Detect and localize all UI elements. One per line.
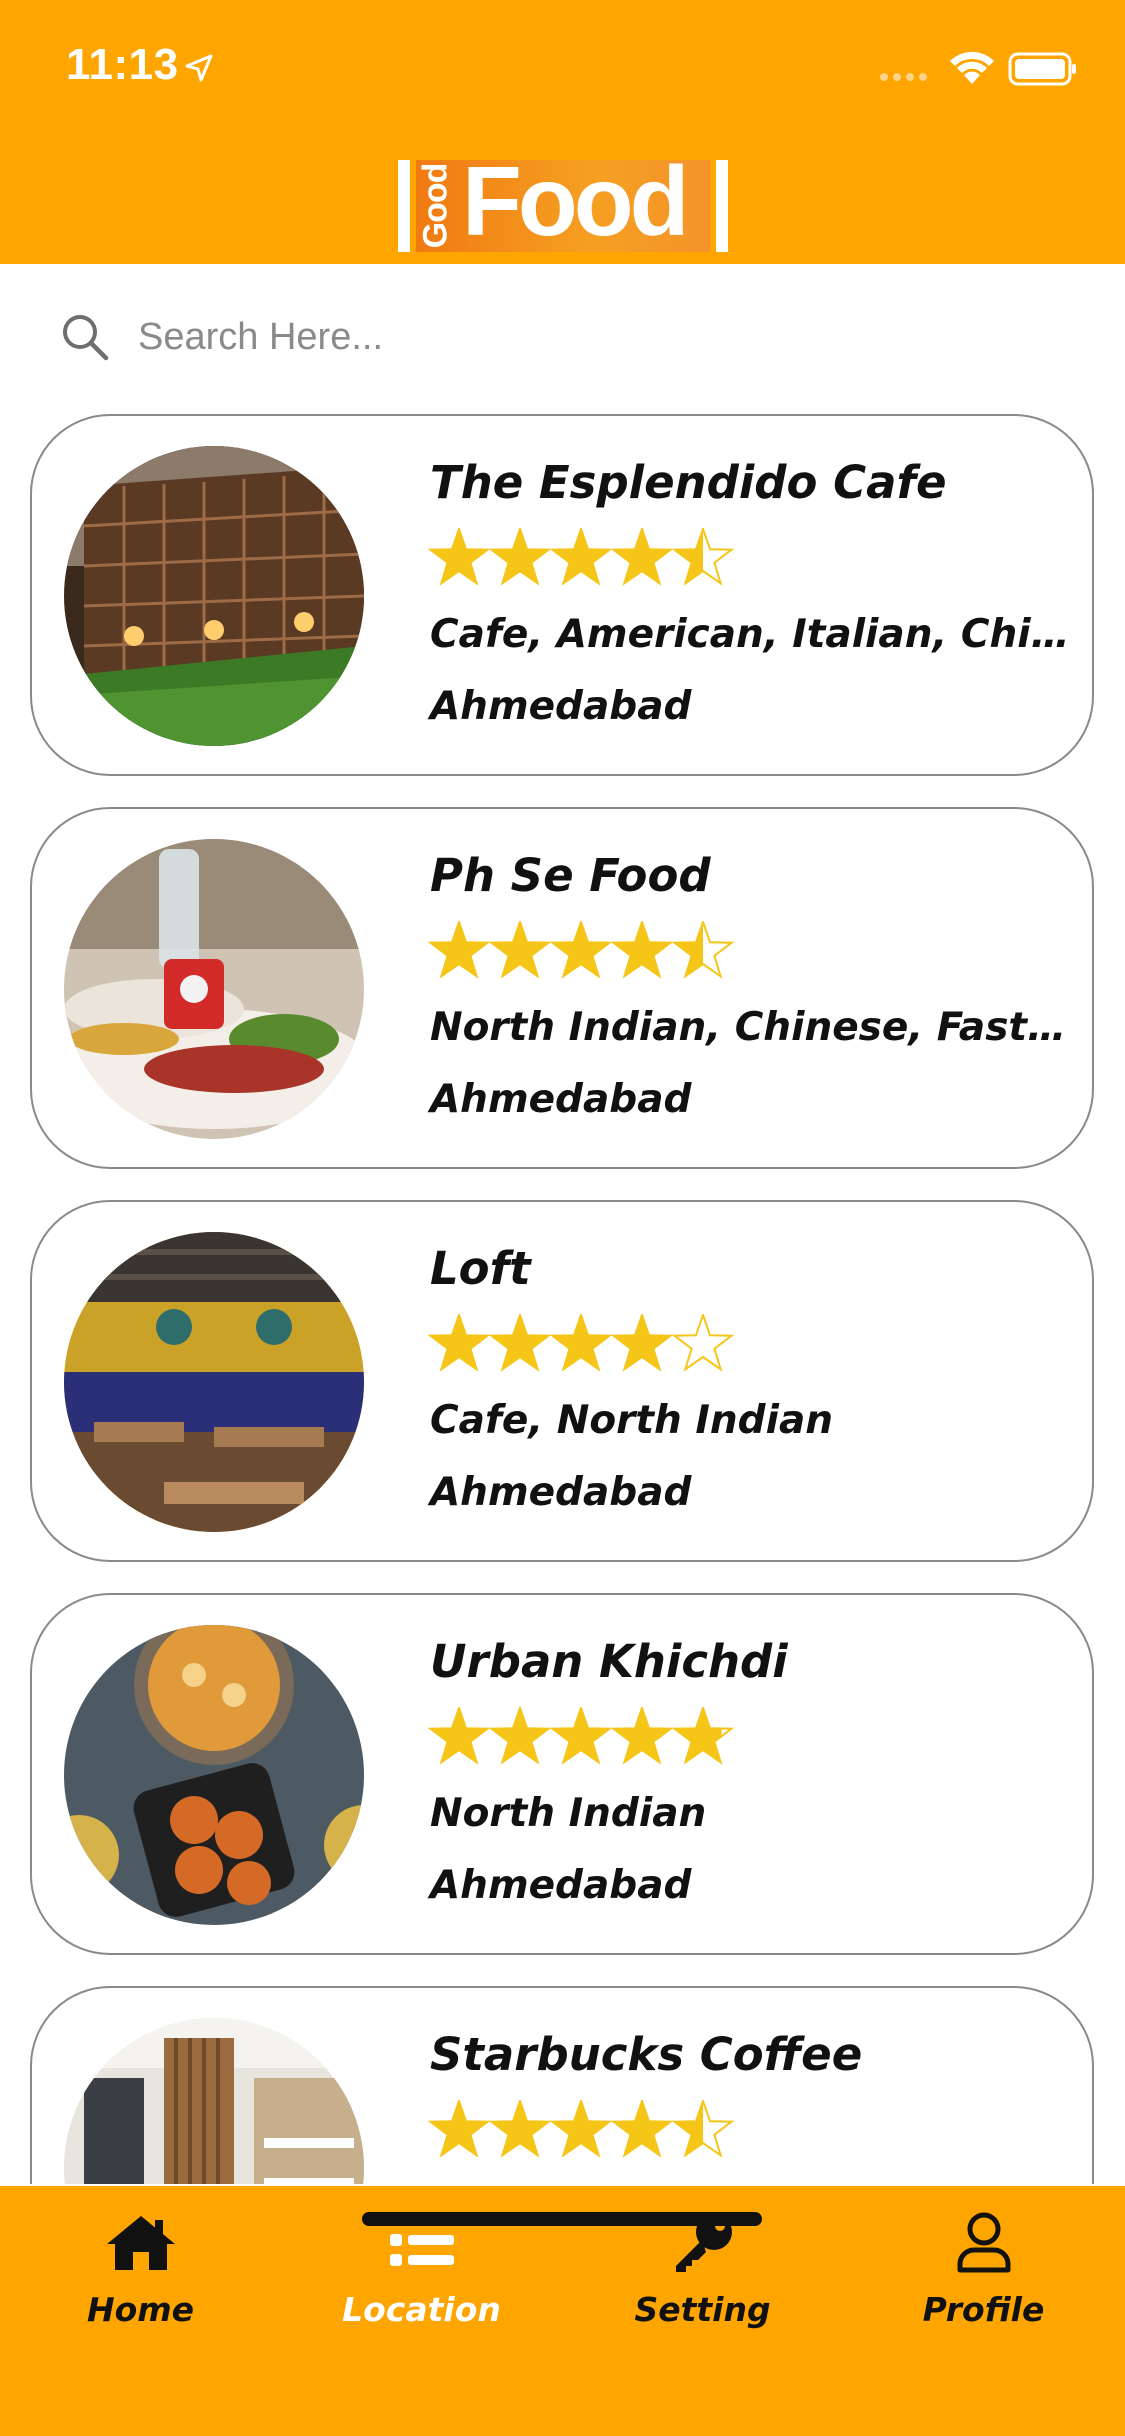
battery-icon [1008,52,1076,86]
user-icon [957,2212,1010,2273]
restaurant-name: The Esplendido Cafe [430,456,947,509]
location-arrow-icon [185,54,213,82]
garden-cafe-photo [64,446,364,746]
home-indicator [362,2212,762,2226]
restaurant-card[interactable]: The Esplendido Cafe Cafe, American, Ital… [30,414,1094,776]
tab-location-label: Location [342,2290,501,2329]
khichdi-dishes-photo [64,1625,364,1925]
tab-home-label: Home [86,2290,195,2329]
restaurant-card[interactable]: Urban Khichdi North Indian Ahmedabad [30,1593,1094,1955]
restaurant-city: Ahmedabad [430,684,692,729]
restaurant-city: Ahmedabad [430,1077,692,1122]
signal-icon [880,73,927,81]
wifi-icon [950,51,994,84]
status-bar: 11:13 [0,0,1125,132]
restaurant-interior-photo [64,1232,364,1532]
search-icon [63,315,109,361]
restaurant-name: Urban Khichdi [430,1635,788,1688]
restaurant-card[interactable]: Ph Se Food North Indian, Chinese, Fast F… [30,807,1094,1169]
restaurant-card[interactable]: Starbucks Coffee [30,1986,1094,2184]
search-input[interactable] [138,302,1038,372]
app-header: 11:13 Good Food [0,0,1125,264]
logo-good-text: Good [416,163,455,249]
rating-stars [428,1707,735,1765]
restaurant-cuisine: Cafe, North Indian [430,1398,834,1443]
search-bar [0,264,1125,404]
restaurant-city: Ahmedabad [430,1470,692,1515]
restaurant-name: Ph Se Food [430,849,711,902]
rating-stars [428,2100,735,2158]
tab-profile[interactable]: Profile [843,2186,1124,2366]
good-food-logo: Good Food [398,152,728,252]
home-icon [106,2216,175,2270]
restaurant-list: The Esplendido Cafe Cafe, American, Ital… [0,404,1125,2184]
food-platter-photo [64,839,364,1139]
rating-stars [428,921,735,979]
restaurant-cuisine: North Indian, Chinese, Fast Food [430,1005,1070,1050]
restaurant-card[interactable]: Loft Cafe, North Indian Ahmedabad [30,1200,1094,1562]
restaurant-name: Loft [430,1242,531,1295]
restaurant-city: Ahmedabad [430,1863,692,1908]
tab-profile-label: Profile [922,2290,1045,2329]
tab-setting-label: Setting [634,2290,771,2329]
coffee-shop-photo [64,2018,364,2184]
restaurant-cuisine: Cafe, American, Italian, Chinese, Contin… [430,612,1070,657]
tab-home[interactable]: Home [0,2186,281,2366]
rating-stars [428,528,735,586]
status-time: 11:13 [66,40,179,89]
rating-stars [428,1314,735,1372]
star-outline-icon [671,1314,735,1372]
logo-food-text: Food [462,146,689,256]
restaurant-cuisine: North Indian [430,1791,707,1836]
restaurant-name: Starbucks Coffee [430,2028,863,2081]
